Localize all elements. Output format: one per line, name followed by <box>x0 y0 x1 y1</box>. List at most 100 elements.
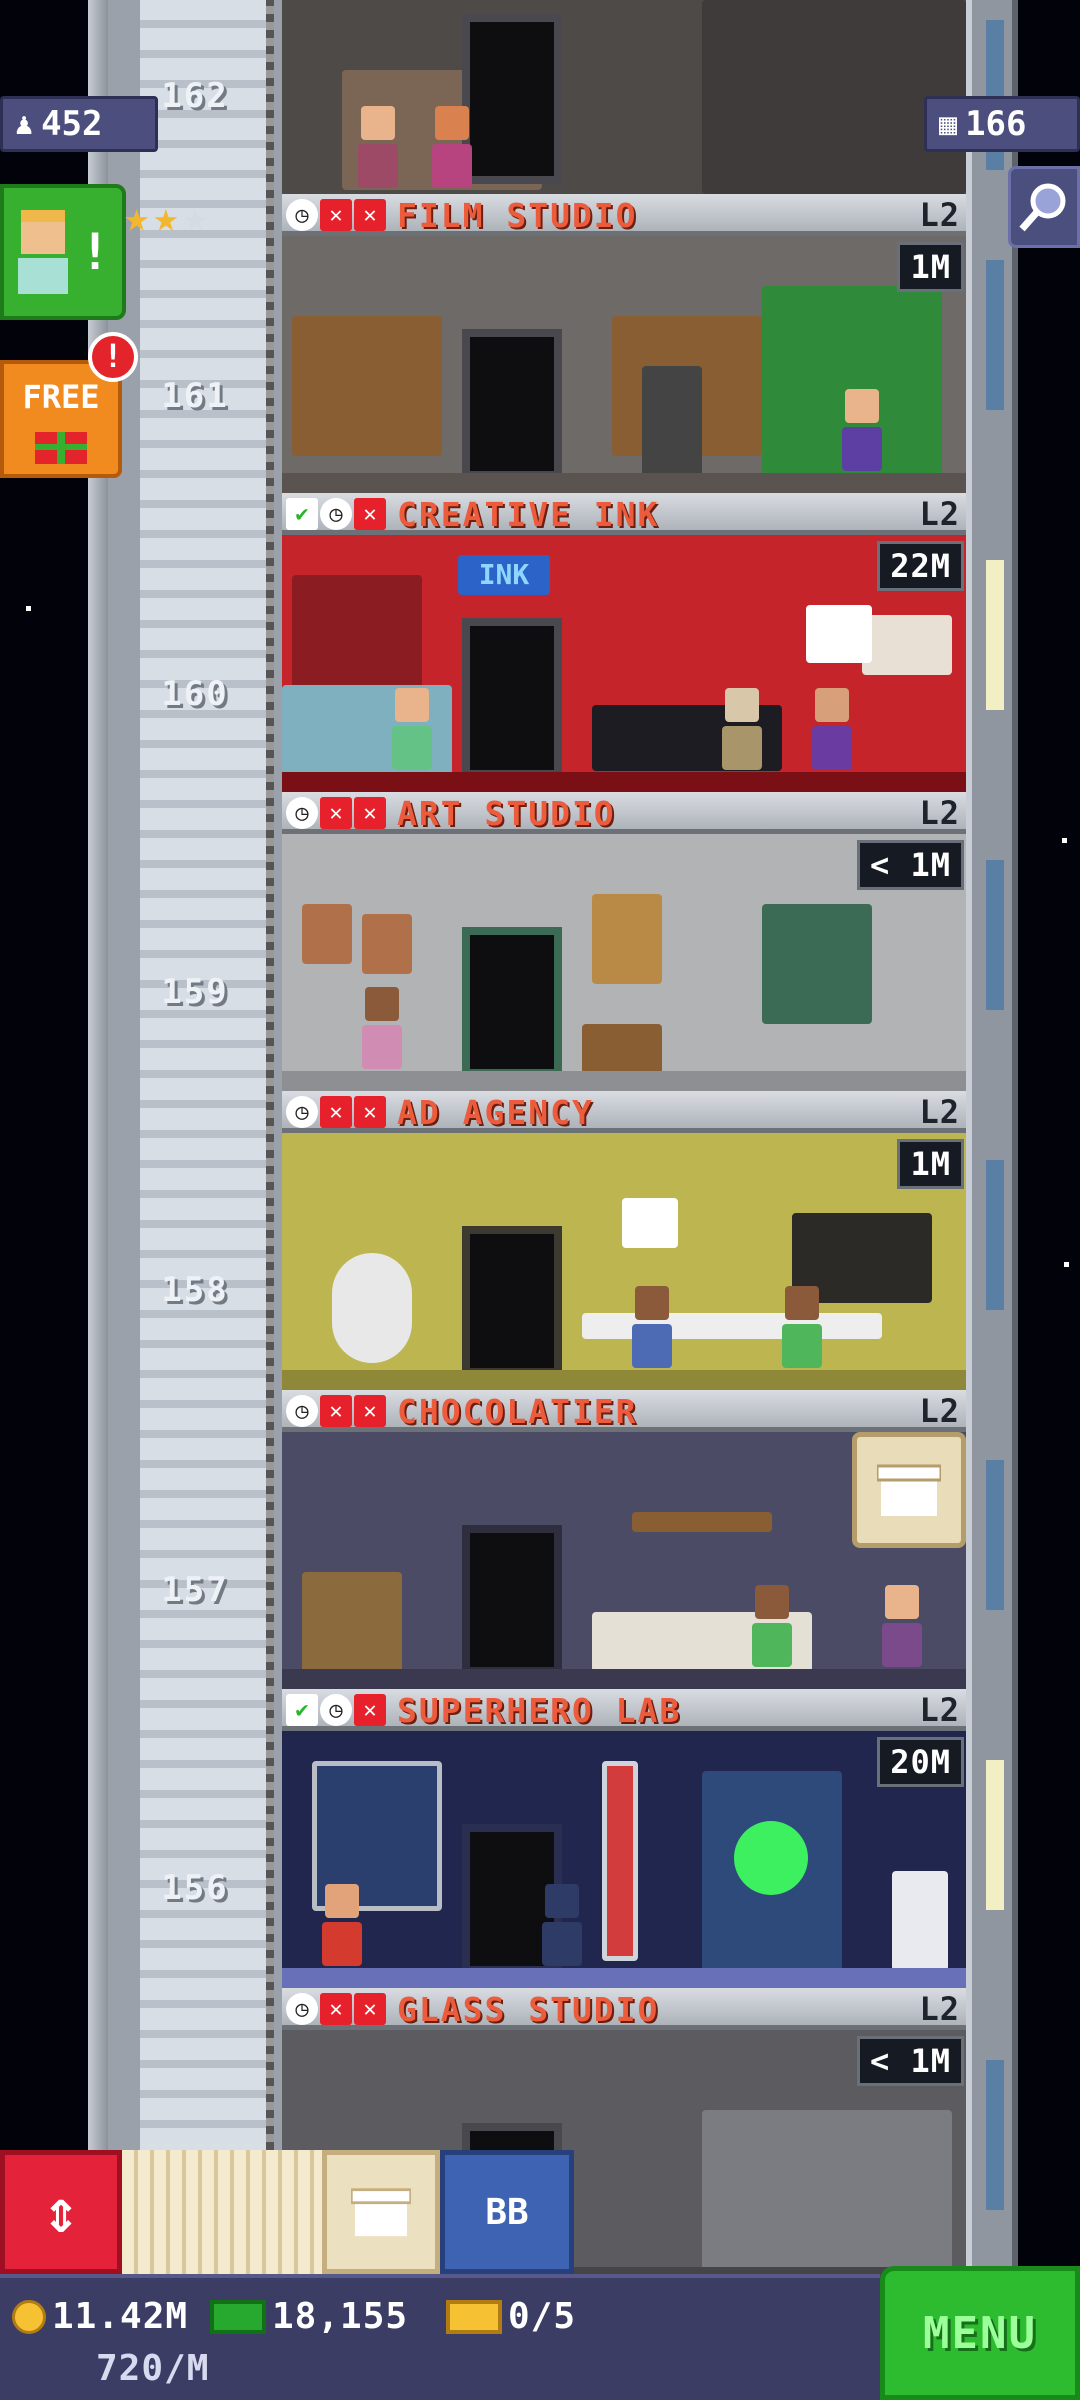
floor-art-studio[interactable]: ◷ ✕ ✕ ART STUDIO L2 < 1M <box>282 792 966 1091</box>
painting <box>302 904 352 964</box>
coins-display[interactable]: 11.42M <box>12 2296 188 2337</box>
floor-banner[interactable]: ◷ ✕ ✕ CHOCOLATIER L2 <box>282 1390 966 1432</box>
x-icon: ✕ <box>320 199 352 231</box>
shaft-floor-number: 159 <box>161 972 229 1012</box>
bitizen[interactable] <box>632 1286 672 1368</box>
star <box>1064 1262 1069 1267</box>
floor-film-studio[interactable]: ◷ ✕ ✕ FILM STUDIO L2 1M <box>282 194 966 493</box>
x-icon: ✕ <box>354 797 386 829</box>
bitizen[interactable] <box>782 1286 822 1368</box>
door <box>462 329 562 479</box>
vip-visitor-button[interactable]: ! <box>0 184 126 320</box>
bitizen[interactable] <box>752 1585 792 1667</box>
menu-button[interactable]: MENU <box>880 2266 1080 2400</box>
floor-banner[interactable]: ◷ ✕ ✕ ART STUDIO L2 <box>282 792 966 834</box>
star <box>1062 838 1067 843</box>
floor-banner[interactable]: ◷ ✕ ✕ FILM STUDIO L2 <box>282 194 966 236</box>
bitizen[interactable] <box>392 688 432 770</box>
bitbook-label: BB <box>485 2191 529 2233</box>
x-icon: ✕ <box>354 1694 386 1726</box>
room[interactable] <box>282 1731 966 1988</box>
floor-level: L2 <box>919 794 960 832</box>
alert-mark: ! <box>79 223 111 281</box>
clock-icon: ◷ <box>286 1395 318 1427</box>
bitbook-button[interactable]: BB <box>440 2150 574 2274</box>
bux-display[interactable]: 18,155 <box>210 2296 408 2337</box>
painting <box>592 894 662 984</box>
edge-window <box>986 860 1004 1010</box>
floor-level: L2 <box>919 1093 960 1131</box>
elevator-shaft[interactable] <box>88 0 282 2150</box>
clock-icon: ◷ <box>320 1694 352 1726</box>
room[interactable]: INK <box>282 535 966 792</box>
edge-window <box>986 2060 1004 2210</box>
tickets-display[interactable]: 0/5 <box>446 2296 576 2337</box>
clock-icon: ◷ <box>286 1096 318 1128</box>
bitizen[interactable] <box>358 106 398 188</box>
floor-name: FILM STUDIO <box>397 196 638 235</box>
bitizen[interactable] <box>842 389 882 471</box>
bux-icon <box>210 2299 266 2334</box>
bitizen[interactable] <box>722 688 762 770</box>
edge-window <box>986 1760 1004 1910</box>
inventory-crate-button[interactable] <box>322 2150 440 2274</box>
floor-name: SUPERHERO LAB <box>397 1691 682 1730</box>
bitizen[interactable] <box>432 106 472 188</box>
notification-badge: ! <box>88 332 138 382</box>
bux-value: 18,155 <box>272 2296 409 2337</box>
floor-level: L2 <box>919 495 960 533</box>
room[interactable] <box>282 1133 966 1390</box>
earnings-label: 1M <box>897 242 964 292</box>
earnings-label: 22M <box>877 541 964 591</box>
floor-banner[interactable]: ✔ ◷ ✕ SUPERHERO LAB L2 <box>282 1689 966 1731</box>
window <box>762 904 872 1024</box>
hologram-globe <box>734 1821 808 1895</box>
shaft-floor-number: 156 <box>161 1868 229 1908</box>
box-icon <box>351 2188 411 2237</box>
floor-creative-ink[interactable]: ✔ ◷ ✕ CREATIVE INK L2 INK 22M <box>282 493 966 792</box>
building-icon: ▦ <box>939 106 958 142</box>
bottom-toolbar: ⇕ BB <box>0 2150 580 2274</box>
free-label: FREE <box>22 378 100 416</box>
delivery-crate-button[interactable] <box>852 1432 966 1548</box>
search-button[interactable] <box>1008 166 1080 248</box>
bitizen[interactable] <box>542 1884 582 1966</box>
star <box>26 606 31 611</box>
up-down-arrows-icon: ⇕ <box>42 2177 80 2247</box>
floor-superhero-lab[interactable]: ✔ ◷ ✕ SUPERHERO LAB L2 20M <box>282 1689 966 1988</box>
room-partial-top[interactable] <box>282 0 966 194</box>
x-icon: ✕ <box>354 199 386 231</box>
elevator-car-track <box>140 0 268 2150</box>
toolbar-spacer <box>122 2150 322 2274</box>
floor-counter[interactable]: ▦ 166 <box>924 96 1080 152</box>
room[interactable] <box>282 236 966 493</box>
x-icon: ✕ <box>320 1993 352 2025</box>
table <box>582 1313 882 1339</box>
earnings-label: 20M <box>877 1737 964 1787</box>
x-icon: ✕ <box>354 1096 386 1128</box>
speech-bubble[interactable] <box>806 605 872 663</box>
floor-name: AD AGENCY <box>397 1093 594 1132</box>
floor-count-value: 166 <box>965 104 1027 144</box>
x-icon: ✕ <box>354 1993 386 2025</box>
edge-window <box>986 560 1004 710</box>
bitizen[interactable] <box>812 688 852 770</box>
bitizen[interactable] <box>322 1884 362 1966</box>
tickets-value: 0/5 <box>508 2296 577 2337</box>
floor-banner[interactable]: ✔ ◷ ✕ CREATIVE INK L2 <box>282 493 966 535</box>
camera <box>642 366 702 476</box>
bitizen[interactable] <box>362 987 402 1069</box>
x-icon: ✕ <box>320 1096 352 1128</box>
floor-name: GLASS STUDIO <box>397 1990 660 2029</box>
floor-banner[interactable]: ◷ ✕ ✕ AD AGENCY L2 <box>282 1091 966 1133</box>
floor-ad-agency[interactable]: ◷ ✕ ✕ AD AGENCY L2 1M <box>282 1091 966 1390</box>
star-icon: ★ <box>124 192 150 241</box>
population-counter[interactable]: ♟ 452 <box>0 96 158 152</box>
speech-bubble[interactable] <box>622 1198 678 1248</box>
shaft-rail <box>88 0 108 2150</box>
elevator-button[interactable]: ⇕ <box>0 2150 122 2274</box>
chair <box>302 1572 402 1672</box>
bitizen[interactable] <box>882 1585 922 1667</box>
floor-banner[interactable]: ◷ ✕ ✕ GLASS STUDIO L2 <box>282 1988 966 2030</box>
ticket-icon <box>446 2299 502 2334</box>
